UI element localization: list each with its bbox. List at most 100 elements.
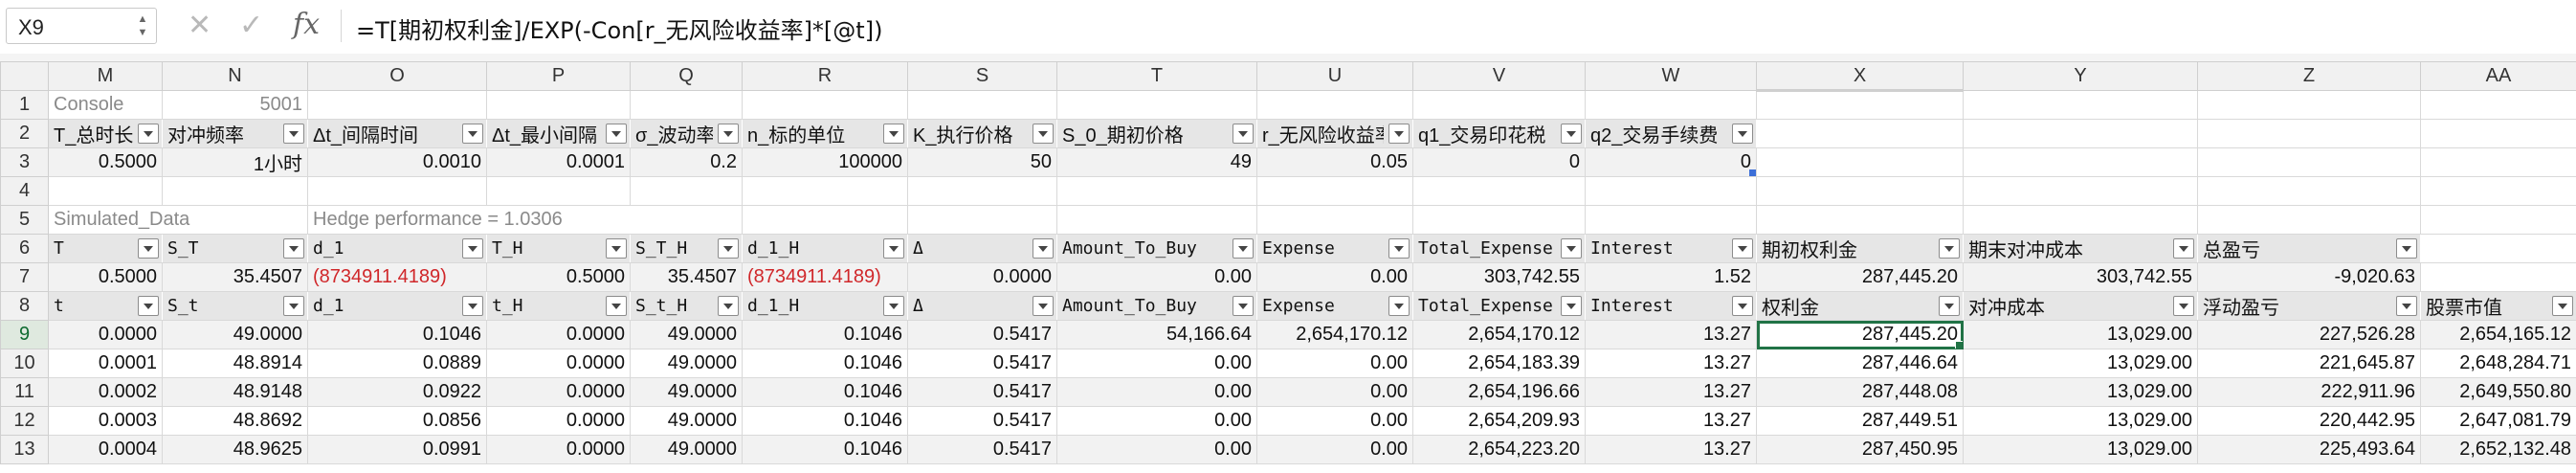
row-header[interactable]: 4 xyxy=(0,176,49,206)
cell[interactable]: 0 xyxy=(1585,147,1757,177)
cell[interactable]: 303,742.55 xyxy=(1963,262,2198,292)
column-header-y[interactable]: Y xyxy=(1963,61,2198,91)
row-header[interactable]: 3 xyxy=(0,147,49,177)
table-header-cell[interactable]: K_执行价格 xyxy=(907,119,1057,148)
table-header-cell[interactable]: 股票市值 xyxy=(2420,291,2576,321)
cell[interactable] xyxy=(2197,119,2421,148)
cell[interactable] xyxy=(1056,90,1257,120)
cell[interactable]: 35.4507 xyxy=(630,262,743,292)
cell[interactable] xyxy=(1963,90,2198,120)
table-header-cell[interactable]: S_t xyxy=(162,291,308,321)
cell[interactable]: 0.00 xyxy=(1256,435,1413,464)
cell[interactable]: 222,911.96 xyxy=(2197,377,2421,407)
row-header[interactable]: 8 xyxy=(0,291,49,321)
cell[interactable] xyxy=(1056,205,1257,235)
cell[interactable]: 0.0003 xyxy=(48,406,163,436)
table-header-cell[interactable]: S_0_期初价格 xyxy=(1056,119,1257,148)
cell[interactable]: 227,526.28 xyxy=(2197,320,2421,349)
row-header[interactable]: 6 xyxy=(0,234,49,263)
cell[interactable]: 221,645.87 xyxy=(2197,349,2421,378)
filter-dropdown-icon[interactable] xyxy=(1561,124,1582,144)
cell[interactable]: 48.9148 xyxy=(162,377,308,407)
cell[interactable]: 13.27 xyxy=(1585,377,1757,407)
cell[interactable]: 0.00 xyxy=(1056,435,1257,464)
cell[interactable]: 0.1046 xyxy=(742,320,908,349)
filter-dropdown-icon[interactable] xyxy=(283,124,304,144)
cell[interactable]: 0.0991 xyxy=(307,435,487,464)
cell[interactable] xyxy=(1412,205,1586,235)
filter-dropdown-icon[interactable] xyxy=(883,296,904,316)
filter-dropdown-icon[interactable] xyxy=(1939,238,1960,259)
cell[interactable] xyxy=(307,176,487,206)
check-icon[interactable]: ✓ xyxy=(239,10,263,42)
cell[interactable] xyxy=(486,176,631,206)
filter-dropdown-icon[interactable] xyxy=(1732,238,1753,259)
filter-dropdown-icon[interactable] xyxy=(138,124,159,144)
table-header-cell[interactable]: d_1_H xyxy=(742,234,908,263)
close-icon[interactable]: ✕ xyxy=(188,10,211,42)
filter-dropdown-icon[interactable] xyxy=(138,238,159,259)
cell[interactable]: 0.5417 xyxy=(907,406,1057,436)
cell[interactable]: 0.0000 xyxy=(486,320,631,349)
filter-dropdown-icon[interactable] xyxy=(2396,238,2417,259)
cell[interactable]: 13,029.00 xyxy=(1963,320,2198,349)
cell[interactable] xyxy=(1963,205,2198,235)
cell[interactable]: 0.1046 xyxy=(307,320,487,349)
row-header[interactable]: 12 xyxy=(0,406,49,436)
filter-dropdown-icon[interactable] xyxy=(1388,124,1410,144)
cell[interactable]: 2,654,196.66 xyxy=(1412,377,1586,407)
filter-dropdown-icon[interactable] xyxy=(1561,296,1582,316)
cell[interactable] xyxy=(1256,205,1413,235)
name-box[interactable]: X9 ▲ ▼ xyxy=(6,8,157,44)
cell[interactable]: 2,654,223.20 xyxy=(1412,435,1586,464)
cell[interactable]: 0.00 xyxy=(1256,349,1413,378)
filter-dropdown-icon[interactable] xyxy=(1939,296,1960,316)
formula-input[interactable]: =T[期初权利金]/EXP(-Con[r_无风险收益率]*[@t]) xyxy=(356,11,882,45)
cell[interactable]: 0.1046 xyxy=(742,435,908,464)
cell[interactable]: 48.8692 xyxy=(162,406,308,436)
cell[interactable]: 13,029.00 xyxy=(1963,349,2198,378)
cell[interactable] xyxy=(1963,119,2198,148)
cell[interactable]: 0.0000 xyxy=(486,406,631,436)
table-header-cell[interactable]: Expense xyxy=(1256,234,1413,263)
cell[interactable]: 35.4507 xyxy=(162,262,308,292)
cell[interactable]: 0.00 xyxy=(1256,406,1413,436)
filter-dropdown-icon[interactable] xyxy=(606,296,627,316)
cell[interactable]: 0.0000 xyxy=(486,349,631,378)
table-header-cell[interactable]: q2_交易手续费 xyxy=(1585,119,1757,148)
column-header-aa[interactable]: AA xyxy=(2420,61,2576,91)
table-resize-handle[interactable] xyxy=(1749,169,1756,176)
table-header-cell[interactable]: d_1_H xyxy=(742,291,908,321)
cell[interactable]: 2,648,284.71 xyxy=(2420,349,2576,378)
table-header-cell[interactable]: Total_Expense xyxy=(1412,291,1586,321)
cell[interactable] xyxy=(1756,90,1964,120)
cell[interactable]: 2,654,170.12 xyxy=(1256,320,1413,349)
table-header-cell[interactable]: Amount_To_Buy xyxy=(1056,291,1257,321)
cell[interactable]: 49.0000 xyxy=(630,320,743,349)
filter-dropdown-icon[interactable] xyxy=(1033,296,1054,316)
cell[interactable] xyxy=(48,176,163,206)
column-header-o[interactable]: O xyxy=(307,61,487,91)
cell[interactable] xyxy=(1256,176,1413,206)
cell[interactable]: 0.0002 xyxy=(48,377,163,407)
cell[interactable] xyxy=(630,90,743,120)
cell[interactable] xyxy=(1585,205,1757,235)
filter-dropdown-icon[interactable] xyxy=(1732,124,1753,144)
cell[interactable]: 0.00 xyxy=(1056,262,1257,292)
cell[interactable]: 287,445.20 xyxy=(1756,262,1964,292)
cell[interactable] xyxy=(2197,205,2421,235)
spreadsheet-grid[interactable]: M N O P Q R S T U V W X Y Z AA 1 Console… xyxy=(0,61,2576,464)
cell[interactable] xyxy=(2420,234,2576,263)
cell[interactable]: 0.1046 xyxy=(742,406,908,436)
table-header-cell[interactable]: r_无风险收益率 xyxy=(1256,119,1413,148)
filter-dropdown-icon[interactable] xyxy=(883,124,904,144)
filter-dropdown-icon[interactable] xyxy=(1232,124,1254,144)
table-header-cell[interactable]: n_标的单位 xyxy=(742,119,908,148)
cell[interactable]: 13.27 xyxy=(1585,320,1757,349)
table-header-cell[interactable]: S_T_H xyxy=(630,234,743,263)
filter-dropdown-icon[interactable] xyxy=(1388,296,1410,316)
cell[interactable]: 0.0856 xyxy=(307,406,487,436)
row-header[interactable]: 5 xyxy=(0,205,49,235)
cell-o5[interactable]: Hedge performance = 1.0306 xyxy=(307,205,743,235)
column-header-v[interactable]: V xyxy=(1412,61,1586,91)
